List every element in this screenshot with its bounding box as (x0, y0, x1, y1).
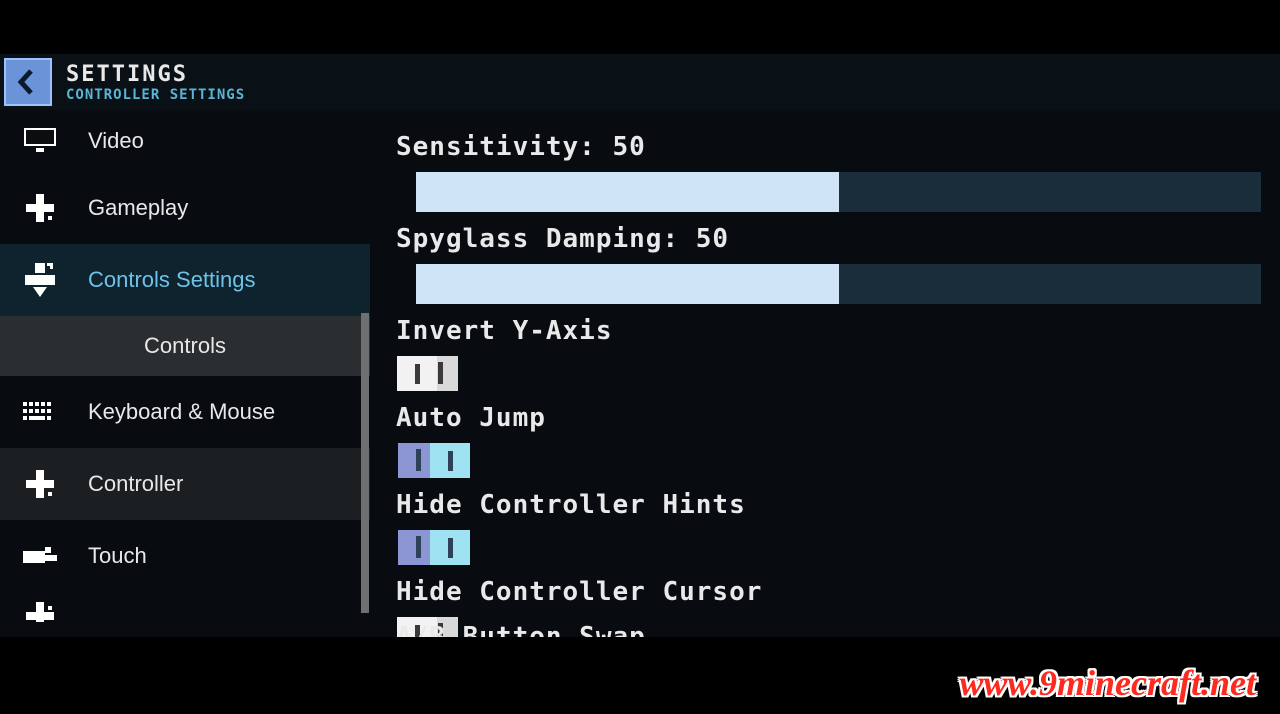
dpad-small-icon (20, 464, 60, 504)
chevron-left-icon (17, 69, 39, 95)
spyglass-slider[interactable] (416, 264, 1261, 304)
hidecursor-label: Hide Controller Cursor (396, 577, 1254, 607)
keyboard-icon (20, 392, 60, 432)
sidebar: Video Gameplay Controls Settings Control… (0, 110, 370, 637)
page-title: SETTINGS (66, 62, 245, 87)
sidebar-item-label: Touch (88, 543, 370, 569)
watermark-text: www.9minecraft.net (959, 662, 1256, 704)
dpad-plus-icon (20, 188, 60, 228)
hidehints-toggle[interactable] (398, 530, 458, 565)
cutoff-setting-label: A/B Button Swap (396, 622, 646, 637)
sidebar-item-cut[interactable] (0, 592, 370, 626)
sidebar-item-keyboard-mouse[interactable]: Keyboard & Mouse (0, 376, 370, 448)
dpad-arrow-icon (20, 260, 60, 300)
dpad-plus-icon (20, 602, 60, 622)
sidebar-item-label: Gameplay (88, 195, 370, 221)
sidebar-item-controls-settings[interactable]: Controls Settings (0, 244, 370, 316)
page-subtitle: CONTROLLER SETTINGS (66, 87, 245, 103)
bottom-letterbox: www.9minecraft.net (0, 637, 1280, 714)
top-letterbox (0, 0, 1280, 54)
autojump-label: Auto Jump (396, 403, 1254, 433)
sidebar-scrollbar[interactable] (361, 313, 369, 613)
sidebar-item-touch[interactable]: Touch (0, 520, 370, 592)
sidebar-item-video[interactable]: Video (0, 110, 370, 172)
inverty-label: Invert Y-Axis (396, 316, 1254, 346)
hand-icon (20, 536, 60, 576)
spyglass-label: Spyglass Damping: 50 (396, 224, 1254, 254)
sensitivity-label: Sensitivity: 50 (396, 132, 1254, 162)
sidebar-item-controller[interactable]: Controller (0, 448, 370, 520)
sidebar-item-label: Controls Settings (88, 267, 370, 293)
sidebar-subitem-controls[interactable]: Controls (0, 316, 370, 376)
back-button[interactable] (4, 58, 52, 106)
sensitivity-slider[interactable] (416, 172, 1261, 212)
monitor-icon (20, 121, 60, 161)
header-bar: SETTINGS CONTROLLER SETTINGS (0, 54, 1280, 110)
autojump-toggle[interactable] (398, 443, 458, 478)
sidebar-item-label: Controls (144, 333, 226, 359)
sidebar-item-label: Video (88, 128, 370, 154)
inverty-toggle[interactable] (398, 356, 458, 391)
hidehints-label: Hide Controller Hints (396, 490, 1254, 520)
sidebar-item-label: Controller (88, 471, 370, 497)
sidebar-item-label: Keyboard & Mouse (88, 399, 370, 425)
main-panel: Sensitivity: 50 Spyglass Damping: 50 Inv… (370, 110, 1280, 637)
sidebar-item-gameplay[interactable]: Gameplay (0, 172, 370, 244)
